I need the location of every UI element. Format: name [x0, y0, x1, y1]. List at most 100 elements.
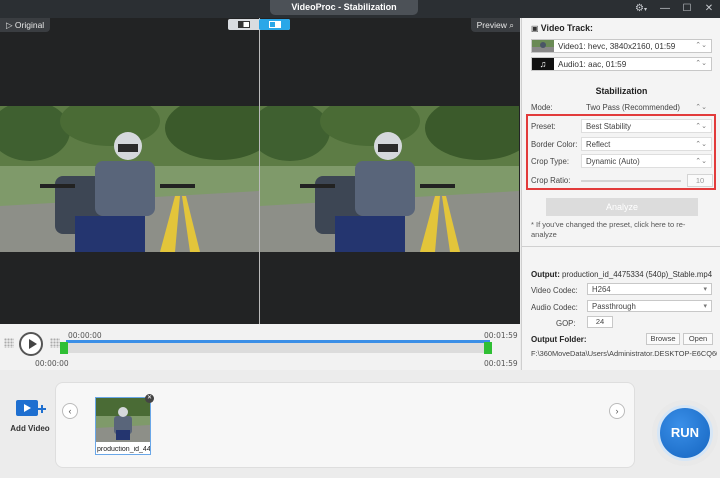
settings-gear-icon[interactable]: ⚙▾ [628, 0, 654, 19]
original-view [0, 18, 259, 324]
output-label: Output: [531, 270, 560, 279]
output-line: Output: production_id_4475334 (540p)_Sta… [531, 270, 712, 279]
minimize-icon[interactable]: — [654, 0, 676, 18]
video-track-heading: Video Track: [540, 23, 593, 33]
audio-codec-row: Audio Codec: Passthrough ▾ [531, 300, 712, 314]
preset-row: Preset: Best Stability ⌃⌄ [531, 119, 712, 133]
timeline-progress[interactable] [66, 340, 490, 343]
mode-label: Mode: [531, 103, 553, 112]
trim-end-handle[interactable] [484, 342, 492, 354]
timeline-track-base [66, 343, 490, 353]
audio-track-value: Audio1: aac, 01:59 [558, 59, 627, 69]
video-codec-select[interactable]: H264 ▾ [587, 283, 712, 295]
split-view-button[interactable] [259, 19, 290, 30]
video-track-header: ▣ Video Track: [531, 23, 593, 33]
play-mini-icon: ▷ [6, 20, 15, 30]
preset-value: Best Stability [586, 122, 632, 131]
video-codec-label: Video Codec: [531, 286, 578, 295]
video-thumbnail-icon [532, 40, 554, 52]
zoom-icon[interactable]: ⌕ [507, 20, 514, 30]
preset-label: Preset: [531, 122, 556, 131]
crop-type-row: Crop Type: Dynamic (Auto) ⌃⌄ [531, 154, 712, 168]
chevron-updown-icon: ⌃⌄ [695, 158, 707, 165]
time-end-bottom: 00:01:59 [484, 359, 518, 368]
close-icon[interactable]: ✕ [698, 0, 720, 18]
chevron-updown-icon: ⌃⌄ [695, 60, 707, 67]
output-folder-label: Output Folder: [531, 335, 587, 344]
clip-name: production_id_44 [97, 446, 150, 453]
analyze-button[interactable]: Analyze [546, 198, 698, 216]
border-color-row: Border Color: Reflect ⌃⌄ [531, 137, 712, 151]
preview-label: Preview [476, 20, 507, 30]
crop-type-label: Crop Type: [531, 157, 569, 166]
add-video-label: Add Video [10, 424, 50, 433]
chevron-updown-icon: ⌃⌄ [695, 104, 707, 111]
mode-select[interactable]: Two Pass (Recommended) ⌃⌄ [581, 100, 712, 114]
gop-label: GOP: [556, 319, 576, 328]
video-track-value: Video1: hevc, 3840x2160, 01:59 [558, 41, 676, 51]
chevron-updown-icon: ⌃⌄ [695, 42, 707, 49]
single-view-button[interactable] [228, 19, 259, 30]
crop-ratio-input[interactable]: 10 [687, 174, 713, 187]
browse-button[interactable]: Browse [646, 333, 680, 345]
scroll-right-icon[interactable]: › [609, 403, 625, 419]
remove-clip-icon[interactable]: ✕ [145, 394, 154, 403]
maximize-icon[interactable]: ☐ [676, 0, 698, 18]
preview-frame [260, 106, 519, 252]
audio-codec-select[interactable]: Passthrough ▾ [587, 300, 712, 312]
chevron-down-icon: ▾ [703, 286, 707, 293]
video-codec-row: Video Codec: H264 ▾ [531, 283, 712, 297]
original-frame [0, 106, 259, 252]
film-icon: ▣ [531, 24, 539, 33]
border-color-label: Border Color: [531, 140, 578, 149]
window-title: VideoProc - Stabilization [270, 0, 418, 15]
section-divider [522, 246, 720, 247]
output-folder-path[interactable]: F:\360MoveData\Users\Administrator.DESKT… [531, 349, 717, 358]
gop-input[interactable]: 24 [587, 316, 613, 328]
open-button[interactable]: Open [683, 333, 713, 345]
time-end-top: 00:01:59 [484, 331, 518, 340]
view-mode-toggle [228, 19, 290, 30]
chevron-updown-icon: ⌃⌄ [695, 141, 707, 148]
add-video-button[interactable]: Add Video [10, 396, 50, 433]
chevron-down-icon: ▾ [703, 303, 707, 310]
crop-type-select[interactable]: Dynamic (Auto) ⌃⌄ [581, 154, 712, 168]
video-track-select[interactable]: Video1: hevc, 3840x2160, 01:59 ⌃⌄ [531, 39, 712, 53]
preview-area: ▷ Original Preview ⌕ [0, 18, 520, 324]
audio-track-select[interactable]: ♫ Audio1: aac, 01:59 ⌃⌄ [531, 57, 712, 71]
play-button[interactable] [19, 332, 43, 356]
preset-select[interactable]: Best Stability ⌃⌄ [581, 119, 712, 133]
timeline: 00:00:00 00:00:00 00:01:59 00:01:59 [0, 324, 520, 370]
right-drag-grip[interactable] [50, 338, 60, 348]
crop-ratio-row: Crop Ratio: 10 [531, 174, 713, 188]
stabilized-view [260, 18, 519, 324]
gop-row: GOP: 24 [531, 316, 712, 330]
trim-start-handle[interactable] [60, 342, 68, 354]
crop-type-value: Dynamic (Auto) [586, 157, 640, 166]
media-area: Add Video ‹ production_id_44 ✕ › RUN [0, 370, 720, 478]
scroll-left-icon[interactable]: ‹ [62, 403, 78, 419]
audio-codec-value: Passthrough [592, 302, 636, 311]
run-button[interactable]: RUN [657, 405, 713, 461]
crop-ratio-slider[interactable] [581, 180, 681, 182]
split-view-icon [268, 21, 281, 28]
add-video-icon [16, 400, 46, 416]
original-tag: ▷ Original [0, 18, 51, 32]
preview-tag: Preview ⌕ [470, 18, 520, 32]
window-controls: ⚙▾ — ☐ ✕ [628, 0, 720, 18]
border-color-select[interactable]: Reflect ⌃⌄ [581, 137, 712, 151]
output-file: production_id_4475334 (540p)_Stable.mp4 [562, 270, 713, 279]
title-bar: VideoProc - Stabilization ⚙▾ — ☐ ✕ [0, 0, 720, 18]
reanalyze-note[interactable]: * If you've changed the preset, click he… [531, 220, 711, 240]
border-color-value: Reflect [586, 140, 611, 149]
video-codec-value: H264 [592, 285, 611, 294]
video-clip-thumbnail[interactable]: production_id_44 ✕ [95, 394, 154, 455]
time-start-bottom: 00:00:00 [35, 359, 69, 368]
audio-codec-label: Audio Codec: [531, 303, 578, 312]
left-drag-grip[interactable] [4, 338, 14, 348]
time-start-top: 00:00:00 [68, 331, 102, 340]
settings-panel: ▣ Video Track: Video1: hevc, 3840x2160, … [521, 18, 720, 370]
chevron-updown-icon: ⌃⌄ [695, 123, 707, 130]
mode-value: Two Pass (Recommended) [586, 103, 681, 112]
stabilization-heading: Stabilization [595, 86, 648, 96]
